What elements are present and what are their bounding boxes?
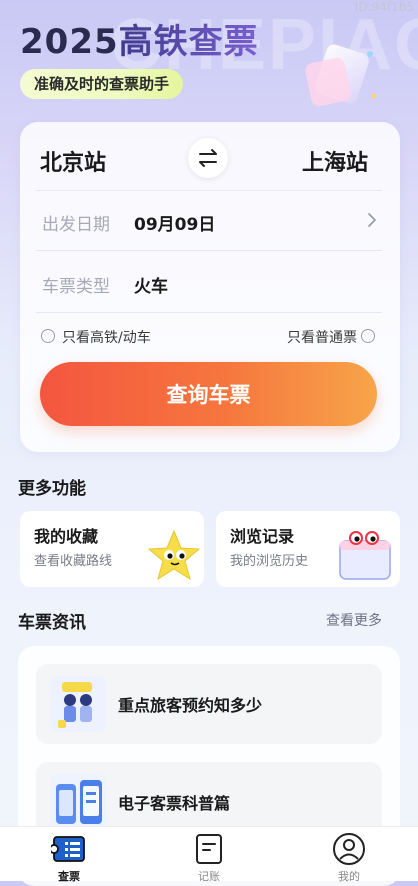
- regular-only-label[interactable]: 只看普通票: [287, 327, 357, 347]
- ticket-type-label: 车票类型: [42, 277, 110, 297]
- date-value[interactable]: 09月09日: [134, 210, 215, 235]
- chevron-right-icon[interactable]: [366, 211, 378, 229]
- tab-ledger-label: 记账: [198, 870, 220, 883]
- history-card[interactable]: 浏览记录 我的浏览历史: [216, 511, 400, 587]
- highspeed-only-radio[interactable]: [41, 329, 55, 343]
- date-label: 出发日期: [42, 215, 110, 235]
- title-text: 高铁查票: [118, 22, 259, 62]
- tab-query-tickets-label: 查票: [58, 870, 80, 883]
- page-title: 2025高铁查票: [20, 14, 259, 63]
- divider: [36, 190, 382, 191]
- phone-ticket-illustration-icon: [50, 774, 106, 830]
- bottom-tab-bar: 查票 记账 我的: [0, 826, 418, 883]
- highspeed-only-label[interactable]: 只看高铁/动车: [62, 327, 151, 347]
- news-title: 车票资讯: [18, 613, 86, 633]
- more-functions-title: 更多功能: [18, 479, 86, 499]
- favorites-card[interactable]: 我的收藏 查看收藏路线: [20, 511, 204, 587]
- favorites-title: 我的收藏: [34, 527, 99, 546]
- regular-only-radio[interactable]: [361, 329, 375, 343]
- ticket-icon: [51, 836, 85, 862]
- subtitle-badge: 准确及时的查票助手: [20, 69, 184, 99]
- travelers-illustration-icon: [50, 676, 106, 732]
- news-item-title: 电子客票科普篇: [118, 794, 231, 813]
- favorites-subtitle: 查看收藏路线: [34, 554, 113, 569]
- to-station[interactable]: 上海站: [302, 145, 368, 177]
- history-subtitle: 我的浏览历史: [230, 554, 309, 569]
- ticket-type-value[interactable]: 火车: [134, 272, 168, 297]
- ticket-illustration-icon: [305, 44, 377, 107]
- tab-ledger[interactable]: 记账: [169, 827, 249, 883]
- tab-profile[interactable]: 我的: [309, 827, 389, 883]
- ledger-icon: [196, 834, 222, 864]
- swap-stations-button[interactable]: [188, 138, 228, 178]
- from-station[interactable]: 北京站: [40, 145, 106, 177]
- tab-query-tickets[interactable]: 查票: [29, 827, 109, 883]
- star-mascot-icon: [147, 529, 201, 581]
- history-title: 浏览记录: [230, 527, 295, 546]
- divider: [36, 312, 382, 313]
- swap-icon: [199, 149, 217, 167]
- calendar-mascot-icon: [339, 531, 391, 580]
- news-item[interactable]: 重点旅客预约知多少: [36, 664, 382, 744]
- profile-icon: [333, 833, 365, 865]
- see-more-link[interactable]: 查看更多: [326, 610, 382, 630]
- title-year: 2025: [20, 22, 119, 62]
- divider: [36, 250, 382, 251]
- query-tickets-button[interactable]: 查询车票: [40, 362, 377, 426]
- news-item-title: 重点旅客预约知多少: [118, 696, 263, 715]
- tab-profile-label: 我的: [338, 870, 360, 883]
